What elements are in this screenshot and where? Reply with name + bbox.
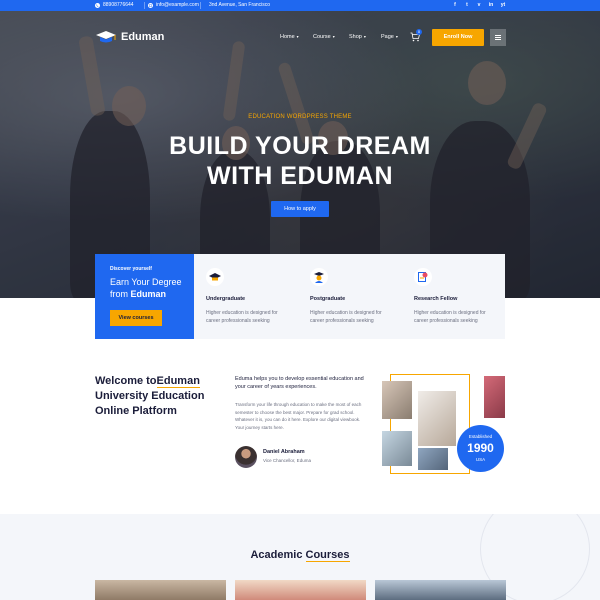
feature-title: Postgraduate	[310, 296, 346, 302]
logo-text: Eduman	[121, 31, 165, 43]
hero-title: BUILD YOUR DREAM WITH EDUMAN	[0, 131, 600, 191]
feature-desc-line: Higher education is designed for	[310, 310, 382, 316]
top-phone[interactable]: 88908776644	[95, 2, 134, 8]
chevron-down-icon: ▾	[296, 34, 299, 39]
feature-research-fellow[interactable]: Research Fellow Higher education is desi…	[402, 254, 502, 339]
twitter-icon[interactable]: t	[463, 2, 471, 8]
hero-title-line1: BUILD YOUR DREAM	[169, 132, 431, 160]
mail-icon	[148, 2, 153, 8]
research-icon	[418, 272, 428, 282]
hero-subtitle: EDUCATION WORDPRESS THEME	[248, 114, 352, 120]
menu-line	[495, 35, 501, 36]
feature-desc-line: Higher education is designed for	[414, 310, 486, 316]
feature-title: Research Fellow	[414, 296, 458, 302]
nav-shop-label: Shop	[349, 34, 362, 40]
how-to-apply-button[interactable]: How to apply	[271, 201, 329, 217]
enroll-now-button[interactable]: Enroll Now	[432, 29, 484, 46]
feature-icon-wrap	[206, 268, 224, 286]
course-card-image[interactable]	[235, 580, 366, 600]
feature-desc-line: career professionals seeking	[414, 318, 478, 324]
course-card-image[interactable]	[375, 580, 506, 600]
discover-line2: from Eduman	[110, 288, 190, 300]
collage-photo	[484, 376, 505, 418]
menu-line	[495, 37, 501, 38]
author-role: Vice Chancellor, Eduma	[263, 458, 311, 463]
chevron-down-icon: ▾	[363, 34, 366, 39]
hero-title-line2: WITH EDUMAN	[206, 162, 394, 190]
established-badge: Established 1990 USA	[457, 425, 504, 472]
features-band: Undergraduate Higher education is design…	[194, 254, 505, 339]
avatar	[235, 446, 257, 468]
feature-icon-wrap	[310, 268, 328, 286]
collage-photo	[418, 448, 448, 470]
divider	[200, 2, 201, 9]
nav-shop[interactable]: Shop ▾	[349, 34, 366, 40]
feature-title: Undergraduate	[206, 296, 246, 302]
established-country: USA	[475, 457, 486, 462]
feature-icon-wrap	[414, 268, 432, 286]
youtube-icon[interactable]: yt	[499, 2, 507, 8]
discover-line1: Earn Your Degree	[110, 277, 182, 287]
collage-photo	[418, 391, 456, 446]
academic-title-prefix: Academic	[250, 549, 306, 561]
welcome-body: Transform your life through education to…	[235, 402, 362, 430]
vimeo-icon[interactable]: v	[475, 2, 483, 8]
discover-line2-prefix: from	[110, 289, 131, 299]
author-name: Daniel Abraham	[263, 449, 305, 455]
nav-home[interactable]: Home ▾	[280, 34, 299, 40]
welcome-line2: University Education	[95, 390, 205, 402]
collage-photo	[382, 381, 412, 419]
nav-page[interactable]: Page ▾	[381, 34, 398, 40]
phone-text: 88908776644	[103, 2, 134, 8]
academic-title-highlight: Courses	[305, 549, 350, 562]
feature-desc-line: career professionals seeking	[310, 318, 374, 324]
nav-home-label: Home	[280, 34, 295, 40]
facebook-icon[interactable]: f	[451, 2, 459, 8]
established-year: 1990	[467, 441, 494, 455]
discover-heading: Earn Your Degree from Eduman	[110, 276, 190, 300]
feature-postgraduate[interactable]: Postgraduate Higher education is designe…	[298, 254, 398, 339]
feature-desc-line: Higher education is designed for	[206, 310, 278, 316]
course-card-image[interactable]	[95, 580, 226, 600]
chevron-down-icon: ▾	[395, 34, 398, 39]
welcome-prefix: Welcome to	[95, 375, 157, 387]
discover-small-label: Discover yourself	[110, 266, 152, 272]
divider	[144, 2, 145, 9]
scholar-icon	[314, 272, 324, 283]
top-address: 3nd Avenue, San Francisco	[209, 2, 270, 8]
email-text: info@example.com	[156, 2, 199, 8]
graduation-cap-icon	[209, 273, 221, 281]
nav-course[interactable]: Course ▾	[313, 34, 335, 40]
welcome-line1: Welcome toEduman	[95, 374, 215, 389]
phone-icon	[95, 2, 100, 8]
collage-photo	[382, 431, 412, 466]
nav-page-label: Page	[381, 34, 394, 40]
graduation-cap-logo-icon	[96, 31, 116, 43]
welcome-heading: Welcome toEduman University Education On…	[95, 374, 215, 419]
cart-count-badge: 0	[416, 29, 422, 35]
feature-desc: Higher education is designed for career p…	[310, 309, 400, 325]
top-email[interactable]: info@example.com	[148, 2, 199, 8]
site-logo[interactable]: Eduman	[95, 30, 164, 44]
address-text: 3nd Avenue, San Francisco	[209, 2, 271, 8]
discover-box: Discover yourself Earn Your Degree from …	[95, 254, 194, 339]
nav-course-label: Course	[313, 34, 331, 40]
feature-desc: Higher education is designed for career p…	[206, 309, 296, 325]
academic-courses-heading: Academic Courses	[0, 549, 600, 562]
view-courses-button[interactable]: View courses	[110, 310, 162, 326]
welcome-brand: Eduman	[156, 375, 200, 388]
top-bar: 88908776644 info@example.com 3nd Avenue,…	[0, 0, 600, 11]
hamburger-menu-button[interactable]	[490, 29, 506, 46]
menu-line	[495, 39, 501, 40]
welcome-line3: Online Platform	[95, 405, 177, 417]
linkedin-icon[interactable]: in	[487, 2, 495, 8]
chevron-down-icon: ▾	[332, 34, 335, 39]
feature-desc: Higher education is designed for career p…	[414, 309, 504, 325]
feature-desc-line: career professionals seeking	[206, 318, 270, 324]
academic-courses-section: Academic Courses	[0, 514, 600, 600]
established-label: Established	[468, 434, 493, 439]
welcome-intro: Eduma helps you to develop essential edu…	[235, 376, 364, 390]
feature-undergraduate[interactable]: Undergraduate Higher education is design…	[194, 254, 294, 339]
discover-line2-brand: Eduman	[130, 289, 167, 299]
